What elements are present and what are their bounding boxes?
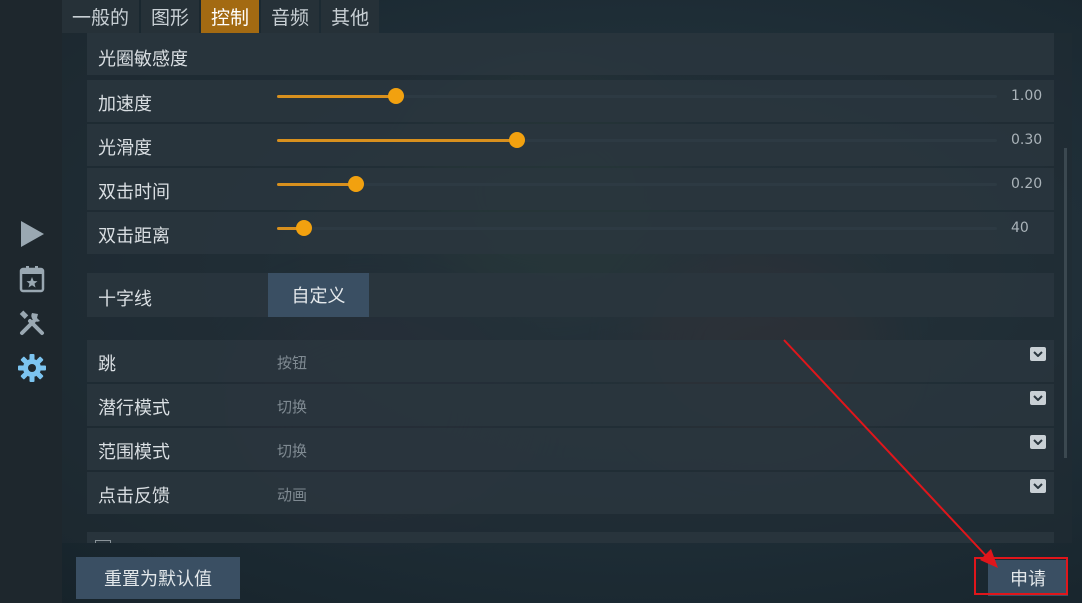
dropdown-row[interactable]: 点击反馈 动画 xyxy=(87,472,1054,514)
slider-label: 加速度 xyxy=(98,94,152,115)
dropdown-value[interactable]: 切换 xyxy=(277,396,307,417)
slider-fill xyxy=(277,183,357,186)
slider-value: 0.30 xyxy=(1011,132,1043,148)
tab-general[interactable]: 一般的 xyxy=(62,0,140,33)
slider-row: 双击时间 0.20 xyxy=(87,168,1054,210)
slider-row: 双击距离 40 xyxy=(87,212,1054,254)
dropdown-label: 范围模式 xyxy=(98,442,170,463)
slider-value: 40 xyxy=(1011,220,1029,236)
slider-label: 双击距离 xyxy=(98,226,170,247)
calendar-star-icon[interactable] xyxy=(16,263,48,295)
reset-defaults-button[interactable]: 重置为默认值 xyxy=(76,557,240,599)
slider-row: 加速度 1.00 xyxy=(87,80,1054,122)
slider-fill xyxy=(277,95,396,98)
chevron-down-icon[interactable] xyxy=(1030,391,1046,405)
slider-row: 光滑度 0.30 xyxy=(87,124,1054,166)
crosshair-label: 十字线 xyxy=(98,289,152,310)
apply-button[interactable]: 申请 xyxy=(988,560,1068,596)
dropdown-label: 跳 xyxy=(98,354,116,375)
play-icon[interactable] xyxy=(16,218,48,250)
sidebar xyxy=(0,0,62,603)
slider-knob[interactable] xyxy=(348,176,365,192)
checkbox[interactable] xyxy=(95,540,111,543)
slider-knob[interactable] xyxy=(296,220,313,236)
dropdown-value[interactable]: 动画 xyxy=(277,484,307,505)
double-click-distance-slider[interactable] xyxy=(277,220,997,236)
dropdown-value[interactable]: 按钮 xyxy=(277,352,307,373)
smoothness-slider[interactable] xyxy=(277,132,997,148)
dropdown-value[interactable]: 切换 xyxy=(277,440,307,461)
customize-button[interactable]: 自定义 xyxy=(268,273,369,317)
acceleration-slider[interactable] xyxy=(277,88,997,104)
settings-panel: 光圈敏感度 加速度 1.00 光滑度 0.30 双击时间 0.20 双击距离 4… xyxy=(62,33,1072,543)
partial-row-label: 光圈敏感度 xyxy=(98,49,188,70)
dropdown-row[interactable]: 跳 按钮 xyxy=(87,340,1054,382)
slider-label: 双击时间 xyxy=(98,182,170,203)
tools-icon[interactable] xyxy=(16,307,48,339)
scrollbar[interactable] xyxy=(1064,148,1067,458)
slider-knob[interactable] xyxy=(509,132,526,148)
chevron-down-icon[interactable] xyxy=(1030,479,1046,493)
slider-value: 0.20 xyxy=(1011,176,1043,192)
partial-row: 光圈敏感度 xyxy=(87,33,1054,75)
tab-audio[interactable]: 音频 xyxy=(261,0,320,33)
gear-icon[interactable] xyxy=(16,352,48,384)
dropdown-label: 潜行模式 xyxy=(98,398,170,419)
tab-controls[interactable]: 控制 xyxy=(201,0,260,33)
slider-value: 1.00 xyxy=(1011,88,1043,104)
chevron-down-icon[interactable] xyxy=(1030,347,1046,361)
slider-fill xyxy=(277,139,518,142)
dropdown-label: 点击反馈 xyxy=(98,486,170,507)
dropdown-row[interactable]: 范围模式 切换 xyxy=(87,428,1054,470)
crosshair-row: 十字线 自定义 xyxy=(87,273,1054,317)
chevron-down-icon[interactable] xyxy=(1030,435,1046,449)
settings-screen: 一般的 图形 控制 音频 其他 光圈敏感度 加速度 1.00 光滑度 0.30 xyxy=(0,0,1082,603)
slider-label: 光滑度 xyxy=(98,138,152,159)
double-click-time-slider[interactable] xyxy=(277,176,997,192)
partial-checkbox-row xyxy=(87,532,1054,543)
tab-bar: 一般的 图形 控制 音频 其他 xyxy=(62,0,380,33)
slider-knob[interactable] xyxy=(387,88,404,104)
dropdown-row[interactable]: 潜行模式 切换 xyxy=(87,384,1054,426)
tab-other[interactable]: 其他 xyxy=(321,0,380,33)
tab-graphics[interactable]: 图形 xyxy=(141,0,200,33)
